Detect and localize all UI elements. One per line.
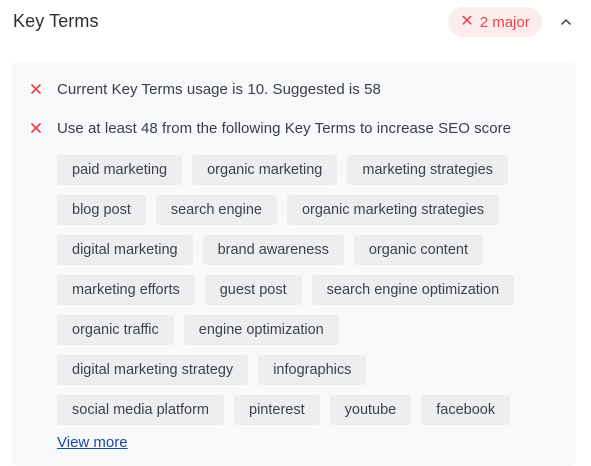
- error-x-icon: [31, 123, 41, 133]
- key-term-chip[interactable]: search engine optimization: [311, 275, 515, 305]
- chip-row: digital marketing strategy infographics: [57, 355, 557, 385]
- chip-row: organic traffic engine optimization: [57, 315, 557, 345]
- key-term-chip[interactable]: engine optimization: [183, 315, 339, 345]
- chip-row: blog post search engine organic marketin…: [57, 195, 557, 225]
- key-term-chip[interactable]: organic marketing strategies: [286, 195, 500, 225]
- key-term-chip[interactable]: facebook: [421, 395, 511, 425]
- key-term-chip[interactable]: marketing strategies: [347, 155, 508, 185]
- key-term-chip[interactable]: marketing efforts: [57, 275, 195, 305]
- key-term-chip[interactable]: blog post: [57, 195, 146, 225]
- key-term-chip[interactable]: pinterest: [234, 395, 320, 425]
- key-term-chip[interactable]: digital marketing: [57, 235, 193, 265]
- error-x-icon: [31, 84, 41, 94]
- close-icon: ✕: [460, 13, 474, 30]
- chip-row: marketing efforts guest post search engi…: [57, 275, 557, 305]
- key-term-chip[interactable]: infographics: [258, 355, 367, 385]
- key-term-chip[interactable]: organic marketing: [192, 155, 338, 185]
- section-title: Key Terms: [13, 11, 99, 31]
- key-term-chip[interactable]: organic traffic: [57, 315, 174, 345]
- key-term-chip[interactable]: digital marketing strategy: [57, 355, 249, 385]
- chip-row: social media platform pinterest youtube …: [57, 395, 557, 425]
- section-header[interactable]: Key Terms ✕ 2 major: [0, 0, 591, 44]
- key-term-chip[interactable]: social media platform: [57, 395, 224, 425]
- major-issues-badge[interactable]: ✕ 2 major: [448, 7, 542, 37]
- key-term-chip[interactable]: brand awareness: [202, 235, 344, 265]
- key-term-chip[interactable]: guest post: [204, 275, 302, 305]
- key-terms-body: Current Key Terms usage is 10. Suggested…: [12, 62, 576, 466]
- issue-text: Use at least 48 from the following Key T…: [57, 120, 512, 137]
- issue-text: Current Key Terms usage is 10. Suggested…: [57, 81, 381, 98]
- key-term-chip[interactable]: youtube: [329, 395, 412, 425]
- chip-row: digital marketing brand awareness organi…: [57, 235, 557, 265]
- key-terms-panel: Key Terms ✕ 2 major Current Key Terms us…: [0, 0, 591, 466]
- chevron-up-icon[interactable]: [557, 13, 575, 31]
- key-term-chip[interactable]: search engine: [155, 195, 277, 225]
- view-more-link[interactable]: View more: [57, 434, 128, 451]
- badge-label: 2 major: [479, 13, 530, 31]
- chip-row: paid marketing organic marketing marketi…: [57, 155, 557, 185]
- key-term-chip[interactable]: paid marketing: [57, 155, 183, 185]
- key-term-chip[interactable]: organic content: [353, 235, 483, 265]
- key-terms-list: paid marketing organic marketing marketi…: [57, 155, 557, 435]
